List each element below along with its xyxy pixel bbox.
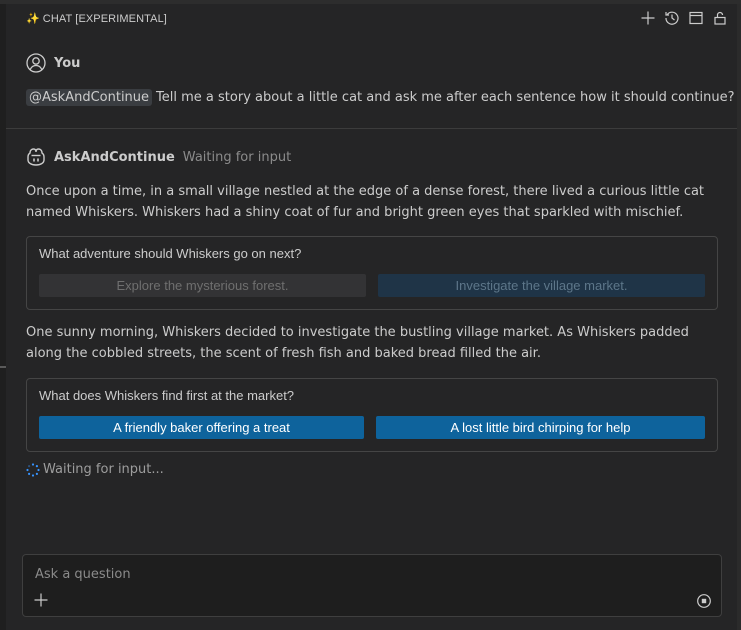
agent-header: AskAndContinue Waiting for input xyxy=(26,147,291,167)
chat-input-box xyxy=(22,554,722,617)
agent-name: AskAndContinue xyxy=(54,149,175,165)
stop-circle-icon xyxy=(697,594,711,608)
window-icon xyxy=(689,11,703,25)
history-icon xyxy=(665,11,679,25)
chat-header: ✨ CHAT [EXPERIMENTAL] xyxy=(6,4,737,32)
question-card: What adventure should Whiskers go on nex… xyxy=(26,236,718,310)
user-name: You xyxy=(54,55,81,71)
lock-open-icon xyxy=(714,11,726,25)
agent-status: Waiting for input xyxy=(182,149,292,165)
question-card: What does Whiskers find first at the mar… xyxy=(26,378,718,452)
loading-spinner-icon xyxy=(26,462,40,477)
plus-icon xyxy=(34,593,48,607)
user-header: You xyxy=(26,53,80,73)
story-paragraph: One sunny morning, Whiskers decided to i… xyxy=(26,325,689,361)
agent-mention: @AskAndContinue xyxy=(26,89,153,106)
chat-input[interactable] xyxy=(33,566,677,583)
unlock-button[interactable] xyxy=(711,9,729,27)
option-button-selected[interactable]: Investigate the village market. xyxy=(378,274,705,297)
new-chat-button[interactable] xyxy=(639,9,657,27)
progress-indicator: Waiting for input... xyxy=(26,462,164,477)
account-icon xyxy=(26,53,46,73)
attach-context-button[interactable] xyxy=(32,591,50,609)
user-request: You @AskAndContinue Tell me a story about… xyxy=(6,40,737,129)
chat-title: ✨ CHAT [EXPERIMENTAL] xyxy=(26,13,167,25)
scrollbar-track[interactable] xyxy=(737,4,741,630)
option-button[interactable]: Explore the mysterious forest. xyxy=(39,274,366,297)
plus-icon xyxy=(641,11,655,25)
sparkle-icon: ✨ xyxy=(26,13,40,25)
header-actions xyxy=(639,9,729,27)
option-button[interactable]: A friendly baker offering a treat xyxy=(39,416,364,439)
question-text: What adventure should Whiskers go on nex… xyxy=(39,246,302,261)
option-button[interactable]: A lost little bird chirping for help xyxy=(376,416,705,439)
progress-text: Waiting for input... xyxy=(43,462,164,477)
copilot-icon xyxy=(27,148,45,166)
sash-handle[interactable] xyxy=(0,366,6,368)
open-in-editor-button[interactable] xyxy=(687,9,705,27)
stop-button[interactable] xyxy=(695,592,713,610)
request-message: @AskAndContinue Tell me a story about a l… xyxy=(26,89,734,106)
question-text: What does Whiskers find first at the mar… xyxy=(39,388,295,403)
history-button[interactable] xyxy=(663,9,681,27)
story-paragraph: Once upon a time, in a small village nes… xyxy=(26,184,705,220)
